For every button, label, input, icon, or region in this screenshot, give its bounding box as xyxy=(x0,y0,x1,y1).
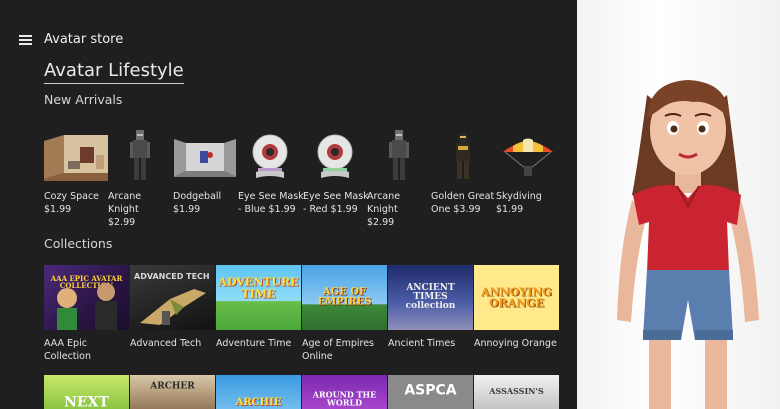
collection-art-text: ANNOYING ORANGE xyxy=(481,284,552,310)
collection-art-text: ANCIENT TIMES collection xyxy=(405,282,456,312)
item-name: Dodgeball xyxy=(173,191,222,202)
new-arrival-item-eye-see-mask-red[interactable]: Eye See Mask - Red $1.99 xyxy=(303,128,369,216)
item-price: $1.99 xyxy=(330,204,358,215)
collection-name: Advanced Tech xyxy=(130,338,202,349)
cozy-space-thumbnail xyxy=(44,128,108,186)
new-arrival-item-golden-great-one[interactable]: Golden Great One $3.99 xyxy=(431,128,497,216)
collection-art-text: AGE OF EMPIRES xyxy=(317,286,372,308)
new-arrival-item-arcane-knight[interactable]: Arcane Knight $2.99 xyxy=(108,128,174,229)
eye-see-mask-red-thumbnail xyxy=(303,128,367,186)
collection-art: ADVANCED TECH xyxy=(130,265,215,330)
collection-name: Age of Empires Online xyxy=(302,338,374,362)
new-arrival-item-skydiving[interactable]: Skydiving $1.99 xyxy=(496,128,562,216)
new-arrival-item-dodgeball[interactable]: Dodgeball $1.99 xyxy=(173,128,239,216)
collection-name: Ancient Times xyxy=(388,338,456,349)
collection-art: ANCIENT TIMES collection xyxy=(388,265,473,330)
new-arrival-item-eye-see-mask-blue[interactable]: Eye See Mask - Blue $1.99 xyxy=(238,128,304,216)
collection-tile-annoying-orange[interactable]: ANNOYING ORANGE Annoying Orange xyxy=(474,265,559,350)
item-name: Skydiving xyxy=(496,191,542,202)
collection-tile-advanced-tech[interactable]: ADVANCED TECH Advanced Tech xyxy=(130,265,215,350)
store-panel: Avatar store Avatar Lifestyle New Arriva… xyxy=(0,0,577,409)
collection-art-text: AROUND THE WORLD xyxy=(312,389,377,408)
collection-art-text: ASPCA xyxy=(404,382,457,399)
collection-name: Annoying Orange xyxy=(474,338,557,349)
avatar-figure xyxy=(617,80,759,409)
item-price: $1.99 xyxy=(496,204,524,215)
item-name: Arcane Knight xyxy=(367,191,401,215)
collection-art: ANNOYING ORANGE xyxy=(474,265,559,330)
collection-tile-adventure-time[interactable]: ADVENTURE TIME Adventure Time xyxy=(216,265,301,350)
collection-tile-around-the-world[interactable]: AROUND THE WORLD xyxy=(302,375,387,409)
collection-art: AGE OF EMPIRES xyxy=(302,265,387,330)
collection-name: Adventure Time xyxy=(216,338,292,349)
item-price: $1.99 xyxy=(44,204,72,215)
collection-art-text: ADVENTURE TIME xyxy=(218,275,299,301)
collection-tile-age-of-empires[interactable]: AGE OF EMPIRES Age of Empires Online xyxy=(302,265,387,363)
section-title-avatar-lifestyle[interactable]: Avatar Lifestyle xyxy=(44,60,184,84)
collection-tile-ancient-times[interactable]: ANCIENT TIMES collection Ancient Times xyxy=(388,265,473,350)
item-price: $1.99 xyxy=(268,204,296,215)
collection-art: AAA EPIC AVATAR COLLECTION xyxy=(44,265,129,330)
item-name: Cozy Space xyxy=(44,191,100,202)
new-arrival-item-cozy-space[interactable]: Cozy Space $1.99 xyxy=(44,128,110,216)
item-price: $3.99 xyxy=(453,204,481,215)
collection-tile-aaa-epic[interactable]: AAA EPIC AVATAR COLLECTION AAA Epic Coll… xyxy=(44,265,129,363)
golden-great-one-thumbnail xyxy=(431,128,495,186)
collection-name: AAA Epic Collection xyxy=(44,338,91,362)
item-name: Arcane Knight xyxy=(108,191,142,215)
collection-tile-archie[interactable]: ARCHIE xyxy=(216,375,301,409)
collection-tile-assassins[interactable]: ASSASSIN'S xyxy=(474,375,559,409)
collection-art-text: ARCHER xyxy=(150,381,195,392)
hamburger-menu-icon[interactable] xyxy=(19,35,32,46)
item-price: $1.99 xyxy=(173,204,201,215)
arcane-knight-thumbnail xyxy=(367,128,431,186)
collection-art: ADVENTURE TIME xyxy=(216,265,301,330)
item-price: $2.99 xyxy=(108,217,136,228)
avatar-preview-panel xyxy=(577,0,780,409)
collection-tile-archer[interactable]: ARCHER xyxy=(130,375,215,409)
eye-see-mask-blue-thumbnail xyxy=(238,128,302,186)
app-title: Avatar store xyxy=(44,32,124,47)
new-arrivals-heading: New Arrivals xyxy=(44,92,123,107)
collection-art-text: ARCHIE xyxy=(235,396,282,408)
arcane-knight-thumbnail xyxy=(108,128,172,186)
collection-art-text: ADVANCED TECH xyxy=(134,272,210,281)
collection-art-text: NEXT xyxy=(64,394,109,409)
collections-heading: Collections xyxy=(44,236,113,251)
skydiving-thumbnail xyxy=(496,128,560,186)
collection-tile-aspca[interactable]: ASPCA xyxy=(388,375,473,409)
collection-art-text: ASSASSIN'S xyxy=(489,385,544,396)
new-arrival-item-arcane-knight-2[interactable]: Arcane Knight $2.99 xyxy=(367,128,433,229)
dodgeball-thumbnail xyxy=(173,128,237,186)
collection-tile-next[interactable]: NEXT xyxy=(44,375,129,409)
item-price: $2.99 xyxy=(367,217,395,228)
